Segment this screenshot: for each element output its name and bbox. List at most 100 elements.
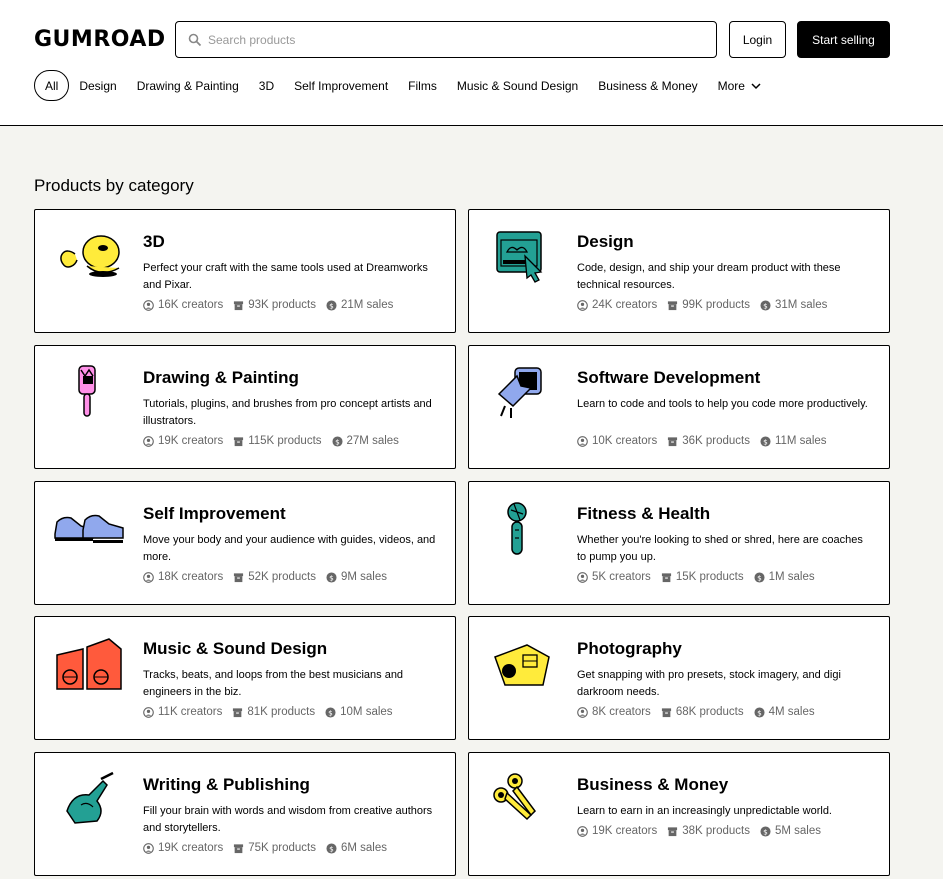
card-title: 3D: [143, 232, 165, 251]
nav-item-business-money[interactable]: Business & Money: [588, 70, 707, 101]
paintbrush-icon: [78, 365, 96, 417]
sales-count: 1M sales: [768, 571, 815, 583]
creators-count: 24K creators: [592, 299, 658, 311]
creators-count: 18K creators: [158, 571, 224, 583]
sales-icon: $: [326, 571, 337, 583]
category-card-self-improvement[interactable]: Self Improvement Move your body and your…: [34, 481, 456, 605]
sales-icon: $: [326, 299, 337, 311]
sales-icon: $: [754, 571, 765, 583]
category-card-writing-publishing[interactable]: Writing & Publishing Fill your brain wit…: [34, 752, 456, 876]
category-card-design[interactable]: Design Code, design, and ship your dream…: [468, 209, 890, 333]
gumroad-logo[interactable]: GUMROAD: [34, 27, 166, 52]
start-selling-button[interactable]: Start selling: [797, 21, 890, 58]
category-card-fitness-health[interactable]: Fitness & Health Whether you're looking …: [468, 481, 890, 605]
card-description: Code, design, and ship your dream produc…: [577, 262, 841, 291]
products-count: 36K products: [682, 435, 750, 447]
card-stats: 24K creators 99K products $31M sales: [577, 299, 837, 311]
creators-icon: [143, 571, 154, 583]
creators-icon: [143, 706, 154, 718]
products-icon: [233, 707, 243, 717]
products-count: 68K products: [675, 706, 744, 718]
card-description: Tutorials, plugins, and brushes from pro…: [143, 398, 432, 427]
category-card-drawing-painting[interactable]: Drawing & Painting Tutorials, plugins, a…: [34, 345, 456, 469]
products-count: 99K products: [682, 299, 750, 311]
nav-item-all[interactable]: All: [34, 70, 70, 101]
creators-icon: [577, 435, 588, 447]
card-stats: 18K creators 52K products $9M sales: [143, 571, 397, 583]
card-stats: 19K creators 75K products $6M sales: [143, 842, 397, 854]
category-card-business-money[interactable]: Business & Money Learn to earn in an inc…: [468, 752, 890, 876]
nav-item-drawing-painting[interactable]: Drawing & Painting: [127, 70, 249, 101]
card-description: Perfect your craft with the same tools u…: [143, 262, 428, 291]
card-stats: 10K creators 36K products $11M sales: [577, 435, 837, 447]
nav-more-label: More: [717, 78, 745, 93]
design-window-icon: [496, 231, 543, 283]
svg-text:$: $: [757, 708, 762, 717]
card-title: Design: [577, 232, 634, 251]
login-button[interactable]: Login: [729, 21, 786, 58]
card-description: Whether you're looking to shed or shred,…: [577, 534, 863, 563]
products-count: 38K products: [682, 825, 750, 837]
card-description: Learn to code and tools to help you code…: [577, 398, 868, 410]
creators-count: 16K creators: [158, 299, 224, 311]
card-description: Tracks, beats, and loops from the best m…: [143, 669, 404, 698]
creators-count: 19K creators: [158, 842, 224, 854]
sales-count: 9M sales: [340, 571, 387, 583]
card-title: Software Development: [577, 368, 761, 387]
category-card-3d[interactable]: 3D Perfect your craft with the same tool…: [34, 209, 456, 333]
products-count: 115K products: [248, 435, 322, 447]
card-title: Photography: [577, 639, 682, 658]
sales-icon: $: [325, 706, 336, 718]
card-title: Business & Money: [577, 775, 729, 794]
creators-count: 5K creators: [592, 571, 651, 583]
card-title: Self Improvement: [143, 504, 286, 523]
creators-icon: [577, 706, 588, 718]
products-icon: [234, 436, 244, 446]
search-bar[interactable]: [175, 21, 717, 58]
sales-icon: $: [760, 825, 771, 837]
sales-count: 4M sales: [768, 706, 815, 718]
creators-icon: [577, 299, 588, 311]
card-title: Fitness & Health: [577, 504, 711, 523]
products-icon: [668, 436, 678, 446]
creators-count: 10K creators: [592, 435, 658, 447]
creators-count: 19K creators: [592, 825, 658, 837]
category-nav: All Design Drawing & Painting 3D Self Im…: [34, 70, 771, 101]
card-description: Fill your brain with words and wisdom fr…: [143, 805, 433, 834]
scissors-icon: [493, 773, 536, 821]
nav-item-films[interactable]: Films: [398, 70, 447, 101]
creators-icon: [143, 299, 154, 311]
search-input[interactable]: [208, 32, 688, 47]
speakers-icon: [56, 638, 122, 690]
sneakers-icon: [54, 514, 124, 543]
sales-icon: $: [760, 299, 771, 311]
card-stats: 8K creators 68K products $4M sales: [577, 706, 825, 718]
card-description: Move your body and your audience with gu…: [143, 534, 436, 563]
svg-text:$: $: [329, 844, 334, 853]
sales-count: 21M sales: [340, 299, 394, 311]
nav-item-self-improvement[interactable]: Self Improvement: [284, 70, 398, 101]
card-stats: 19K creators 38K products $5M sales: [577, 825, 831, 837]
category-card-software-development[interactable]: Software Development Learn to code and t…: [468, 345, 890, 469]
category-card-music-sound-design[interactable]: Music & Sound Design Tracks, beats, and …: [34, 616, 456, 740]
nav-item-design[interactable]: Design: [69, 70, 126, 101]
sales-count: 5M sales: [774, 825, 821, 837]
writing-hand-icon: [66, 771, 114, 824]
sales-count: 11M sales: [774, 435, 827, 447]
products-icon: [234, 300, 244, 310]
nav-item-music-sound-design[interactable]: Music & Sound Design: [447, 70, 588, 101]
creators-icon: [577, 571, 588, 583]
nav-item-3d[interactable]: 3D: [249, 70, 284, 101]
card-description: Learn to earn in an increasingly unpredi…: [577, 805, 832, 817]
sales-icon: $: [754, 706, 765, 718]
category-card-photography[interactable]: Photography Get snapping with pro preset…: [468, 616, 890, 740]
products-icon: [661, 572, 671, 582]
creators-icon: [143, 435, 154, 447]
nav-item-more[interactable]: More: [708, 70, 771, 101]
creators-count: 19K creators: [158, 435, 224, 447]
card-title: Writing & Publishing: [143, 775, 310, 794]
header: GUMROAD Login Start selling All Design D…: [0, 0, 943, 126]
sales-count: 10M sales: [340, 706, 393, 718]
cursor-click-icon: [497, 367, 542, 418]
products-count: 81K products: [247, 706, 316, 718]
